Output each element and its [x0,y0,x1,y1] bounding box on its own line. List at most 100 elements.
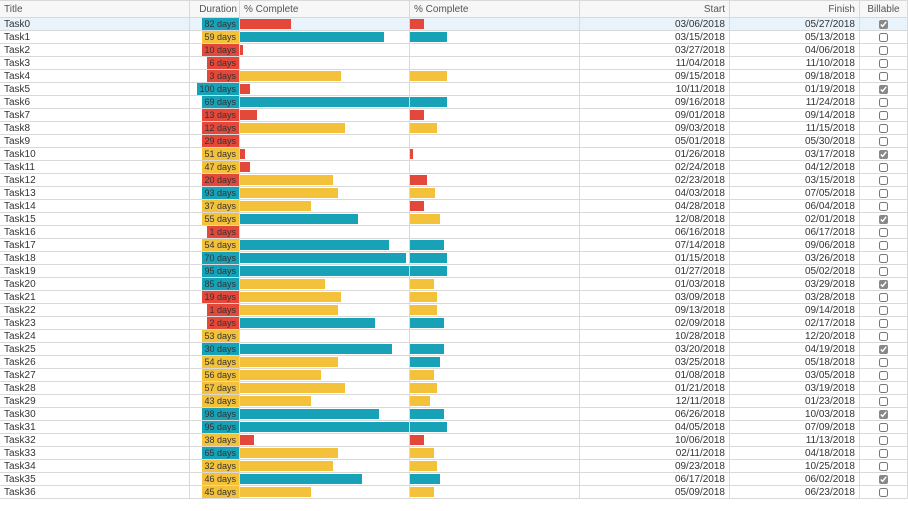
cell-finish[interactable]: 01/19/2018 [730,83,860,95]
cell-billable[interactable] [860,408,908,420]
cell-percent-1[interactable] [240,343,410,355]
cell-percent-2[interactable] [410,265,580,277]
billable-checkbox[interactable] [879,202,888,211]
cell-percent-1[interactable] [240,187,410,199]
billable-checkbox[interactable] [879,319,888,328]
cell-finish[interactable]: 05/13/2018 [730,31,860,43]
table-row[interactable]: Task3546 days06/17/201806/02/2018 [0,473,908,486]
billable-checkbox[interactable] [879,397,888,406]
col-pc1[interactable]: % Complete [240,1,410,17]
cell-finish[interactable]: 03/28/2018 [730,291,860,303]
cell-start[interactable]: 03/06/2018 [580,18,730,30]
col-pc2[interactable]: % Complete [410,1,580,17]
billable-checkbox[interactable] [879,85,888,94]
table-row[interactable]: Task2654 days03/25/201805/18/2018 [0,356,908,369]
cell-title[interactable]: Task12 [0,174,190,186]
cell-start[interactable]: 04/03/2018 [580,187,730,199]
cell-duration[interactable]: 51 days [190,148,240,160]
cell-title[interactable]: Task19 [0,265,190,277]
cell-title[interactable]: Task14 [0,200,190,212]
cell-percent-1[interactable] [240,213,410,225]
billable-checkbox[interactable] [879,371,888,380]
cell-percent-1[interactable] [240,70,410,82]
cell-start[interactable]: 04/28/2018 [580,200,730,212]
cell-title[interactable]: Task24 [0,330,190,342]
billable-checkbox[interactable] [879,163,888,172]
cell-finish[interactable]: 04/18/2018 [730,447,860,459]
cell-percent-1[interactable] [240,200,410,212]
cell-start[interactable]: 01/27/2018 [580,265,730,277]
cell-duration[interactable]: 19 days [190,291,240,303]
cell-finish[interactable]: 10/03/2018 [730,408,860,420]
cell-start[interactable]: 01/03/2018 [580,278,730,290]
cell-percent-1[interactable] [240,369,410,381]
cell-finish[interactable]: 09/14/2018 [730,304,860,316]
cell-start[interactable]: 03/27/2018 [580,44,730,56]
cell-start[interactable]: 02/23/2018 [580,174,730,186]
cell-percent-1[interactable] [240,44,410,56]
cell-title[interactable]: Task31 [0,421,190,433]
billable-checkbox[interactable] [879,59,888,68]
cell-finish[interactable]: 11/24/2018 [730,96,860,108]
cell-percent-2[interactable] [410,96,580,108]
cell-finish[interactable]: 04/12/2018 [730,161,860,173]
cell-billable[interactable] [860,369,908,381]
billable-checkbox[interactable] [879,176,888,185]
cell-start[interactable]: 06/26/2018 [580,408,730,420]
cell-duration[interactable]: 13 days [190,109,240,121]
cell-percent-1[interactable] [240,161,410,173]
cell-finish[interactable]: 05/30/2018 [730,135,860,147]
cell-duration[interactable]: 43 days [190,395,240,407]
cell-finish[interactable]: 06/17/2018 [730,226,860,238]
billable-checkbox[interactable] [879,423,888,432]
cell-percent-1[interactable] [240,174,410,186]
cell-start[interactable]: 01/26/2018 [580,148,730,160]
cell-percent-1[interactable] [240,304,410,316]
cell-percent-2[interactable] [410,213,580,225]
cell-start[interactable]: 03/20/2018 [580,343,730,355]
cell-duration[interactable]: 29 days [190,135,240,147]
cell-start[interactable]: 11/04/2018 [580,57,730,69]
cell-finish[interactable]: 11/15/2018 [730,122,860,134]
cell-start[interactable]: 09/15/2018 [580,70,730,82]
cell-percent-2[interactable] [410,174,580,186]
table-row[interactable]: Task232 days02/09/201802/17/2018 [0,317,908,330]
cell-start[interactable]: 10/28/2018 [580,330,730,342]
cell-title[interactable]: Task11 [0,161,190,173]
billable-checkbox[interactable] [879,137,888,146]
cell-title[interactable]: Task0 [0,18,190,30]
cell-start[interactable]: 02/11/2018 [580,447,730,459]
cell-percent-1[interactable] [240,447,410,459]
cell-percent-1[interactable] [240,96,410,108]
cell-percent-1[interactable] [240,226,410,238]
cell-percent-1[interactable] [240,317,410,329]
cell-start[interactable]: 05/01/2018 [580,135,730,147]
cell-start[interactable]: 03/25/2018 [580,356,730,368]
cell-duration[interactable]: 57 days [190,382,240,394]
cell-title[interactable]: Task15 [0,213,190,225]
cell-finish[interactable]: 05/18/2018 [730,356,860,368]
cell-finish[interactable]: 09/14/2018 [730,109,860,121]
cell-duration[interactable]: 6 days [190,57,240,69]
table-row[interactable]: Task5100 days10/11/201801/19/2018 [0,83,908,96]
billable-checkbox[interactable] [879,98,888,107]
cell-finish[interactable]: 02/17/2018 [730,317,860,329]
cell-billable[interactable] [860,213,908,225]
cell-finish[interactable]: 04/06/2018 [730,44,860,56]
table-row[interactable]: Task1437 days04/28/201806/04/2018 [0,200,908,213]
cell-percent-1[interactable] [240,460,410,472]
cell-percent-1[interactable] [240,135,410,147]
billable-checkbox[interactable] [879,46,888,55]
cell-title[interactable]: Task29 [0,395,190,407]
cell-duration[interactable]: 20 days [190,174,240,186]
table-row[interactable]: Task082 days03/06/201805/27/2018 [0,18,908,31]
cell-billable[interactable] [860,96,908,108]
col-title[interactable]: Title [0,1,190,17]
table-row[interactable]: Task2857 days01/21/201803/19/2018 [0,382,908,395]
cell-percent-1[interactable] [240,291,410,303]
cell-title[interactable]: Task22 [0,304,190,316]
cell-percent-1[interactable] [240,265,410,277]
table-row[interactable]: Task2119 days03/09/201803/28/2018 [0,291,908,304]
billable-checkbox[interactable] [879,20,888,29]
cell-duration[interactable]: 95 days [190,421,240,433]
